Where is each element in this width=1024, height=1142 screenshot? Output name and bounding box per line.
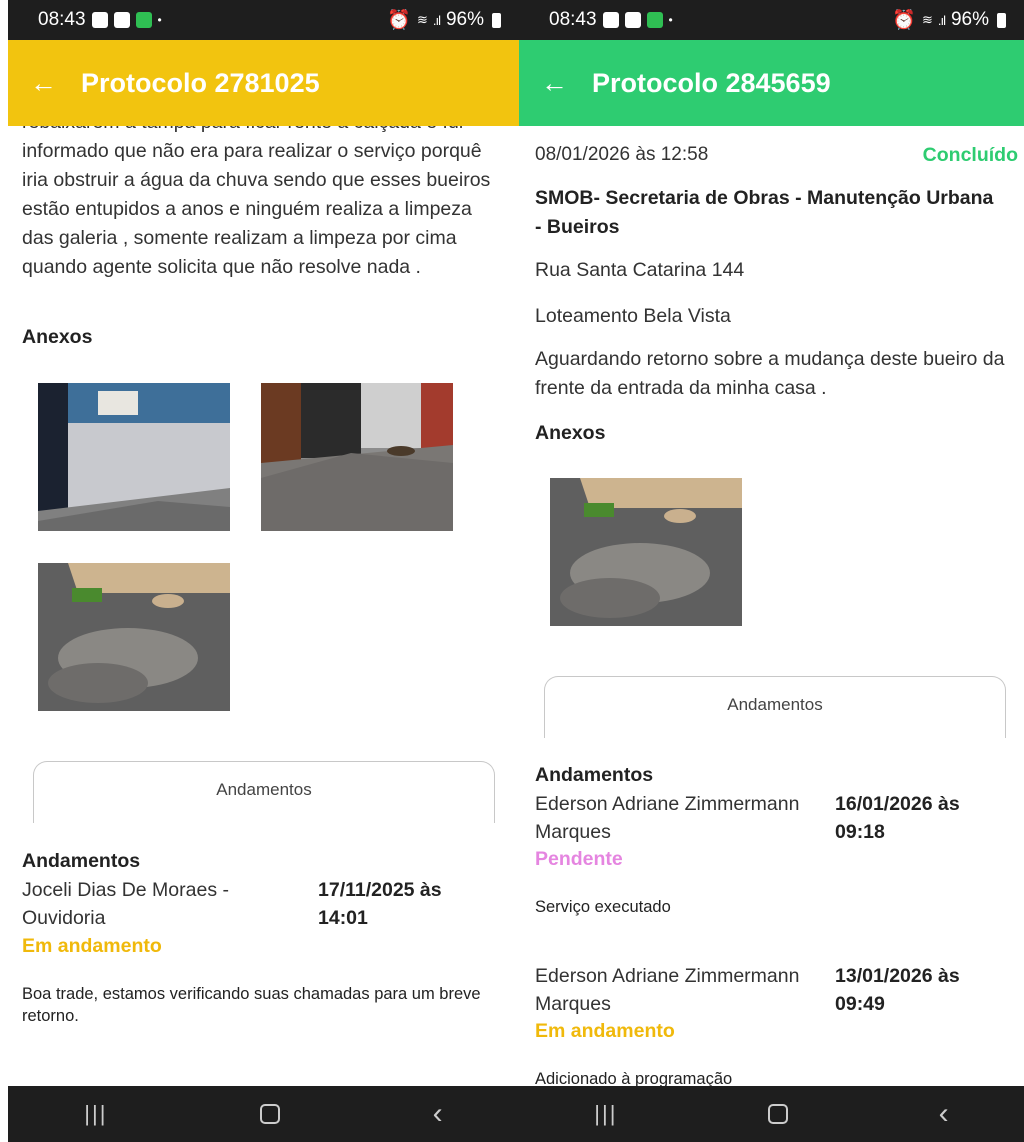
recent-apps-icon[interactable]: |||: [84, 1101, 107, 1127]
left-screen: 08:43 • ⏰ ≋ .ıl 96% ← Protocolo 2781025 …: [8, 0, 519, 1142]
status-badge: Pendente: [535, 848, 623, 870]
entry-author: Ederson Adriane Zimmermann Marques: [535, 965, 800, 1015]
back-arrow-icon[interactable]: ←: [541, 68, 568, 99]
right-screen: 08:43 • ⏰ ≋ .ıl 96% ← Protocolo 2845659 …: [519, 0, 1024, 1142]
protocol-datetime: 08/01/2026 às 12:58: [535, 144, 709, 165]
home-icon[interactable]: [260, 1104, 281, 1124]
entry-note: Serviço executado: [535, 898, 671, 916]
alarm-icon: ⏰: [892, 10, 916, 31]
entry-date: 13/01/2026 às 09:49: [835, 965, 960, 1015]
status-badge: Concluído: [922, 144, 1018, 166]
entry-author: Joceli Dias De Moraes - Ouvidoria: [22, 879, 229, 929]
battery-icon: [997, 12, 1006, 28]
page-title: Protocolo 2781025: [81, 67, 320, 98]
wifi-icon: ≋: [921, 12, 933, 27]
system-navbar: ||| ‹: [519, 1086, 1024, 1142]
app-notification-icon: [135, 12, 152, 28]
app-bar: ← Protocolo 2845659: [519, 40, 1024, 126]
entry-date: 16/01/2026 às 09:18: [835, 793, 960, 843]
andamentos-button-label: Andamentos: [216, 780, 312, 799]
notification-icon: [624, 12, 641, 28]
clock: 08:43: [549, 9, 597, 30]
clock: 08:43: [38, 9, 86, 30]
description-text: rebaixarem a tampa para ficar rente à ca…: [22, 126, 491, 278]
home-icon[interactable]: [768, 1104, 789, 1124]
status-bar: 08:43 • ⏰ ≋ .ıl 96%: [519, 0, 1024, 40]
gallery-icon: [602, 12, 619, 28]
andamentos-button[interactable]: Andamentos: [544, 676, 1006, 738]
signal-icon: .ıl: [937, 12, 946, 28]
gallery-icon: [91, 12, 108, 28]
alarm-icon: ⏰: [387, 10, 411, 31]
attachments-heading: Anexos: [22, 326, 93, 348]
more-dot-icon: •: [157, 13, 162, 27]
protocol-content[interactable]: rebaixarem a tampa para ficar rente à ca…: [8, 126, 519, 1086]
attachment-image[interactable]: [38, 383, 230, 531]
back-arrow-icon[interactable]: ←: [30, 68, 57, 99]
andamentos-button-label: Andamentos: [727, 695, 823, 714]
protocol-content[interactable]: 08/01/2026 às 12:58 Concluído SMOB- Secr…: [519, 126, 1024, 1086]
battery-level: 96%: [445, 9, 484, 30]
description-text: Aguardando retorno sobre a mudança deste…: [535, 348, 1005, 399]
app-notification-icon: [646, 12, 663, 28]
app-bar: ← Protocolo 2781025: [8, 40, 519, 126]
entry-date: 17/11/2025 às 14:01: [318, 879, 442, 929]
system-navbar: ||| ‹: [8, 1086, 519, 1142]
wifi-icon: ≋: [416, 12, 428, 27]
notification-icon: [113, 12, 130, 28]
entry-note: Adicionado à programação: [535, 1070, 733, 1086]
attachment-image[interactable]: [550, 478, 742, 626]
status-bar: 08:43 • ⏰ ≋ .ıl 96%: [8, 0, 519, 40]
attachment-image[interactable]: [261, 383, 453, 531]
battery-icon: [492, 12, 501, 28]
more-dot-icon: •: [668, 13, 673, 27]
back-icon[interactable]: ‹: [433, 1097, 443, 1131]
attachment-image[interactable]: [38, 563, 230, 711]
address-text: Rua Santa Catarina 144: [535, 259, 745, 281]
page-title: Protocolo 2845659: [592, 67, 831, 98]
attachments-heading: Anexos: [535, 422, 606, 444]
entry-author: Ederson Adriane Zimmermann Marques: [535, 793, 800, 843]
battery-level: 96%: [950, 9, 989, 30]
back-icon[interactable]: ‹: [939, 1097, 949, 1131]
recent-apps-icon[interactable]: |||: [594, 1101, 617, 1127]
andamentos-heading: Andamentos: [535, 764, 654, 786]
entry-note: Boa trade, estamos verificando suas cham…: [22, 985, 481, 1025]
andamentos-button[interactable]: Andamentos: [33, 761, 495, 823]
neighborhood-text: Loteamento Bela Vista: [535, 305, 731, 327]
status-badge: Em andamento: [22, 935, 162, 957]
status-badge: Em andamento: [535, 1020, 675, 1042]
andamentos-heading: Andamentos: [22, 850, 141, 872]
department-label: SMOB- Secretaria de Obras - Manutenção U…: [535, 187, 994, 238]
signal-icon: .ıl: [432, 12, 441, 28]
